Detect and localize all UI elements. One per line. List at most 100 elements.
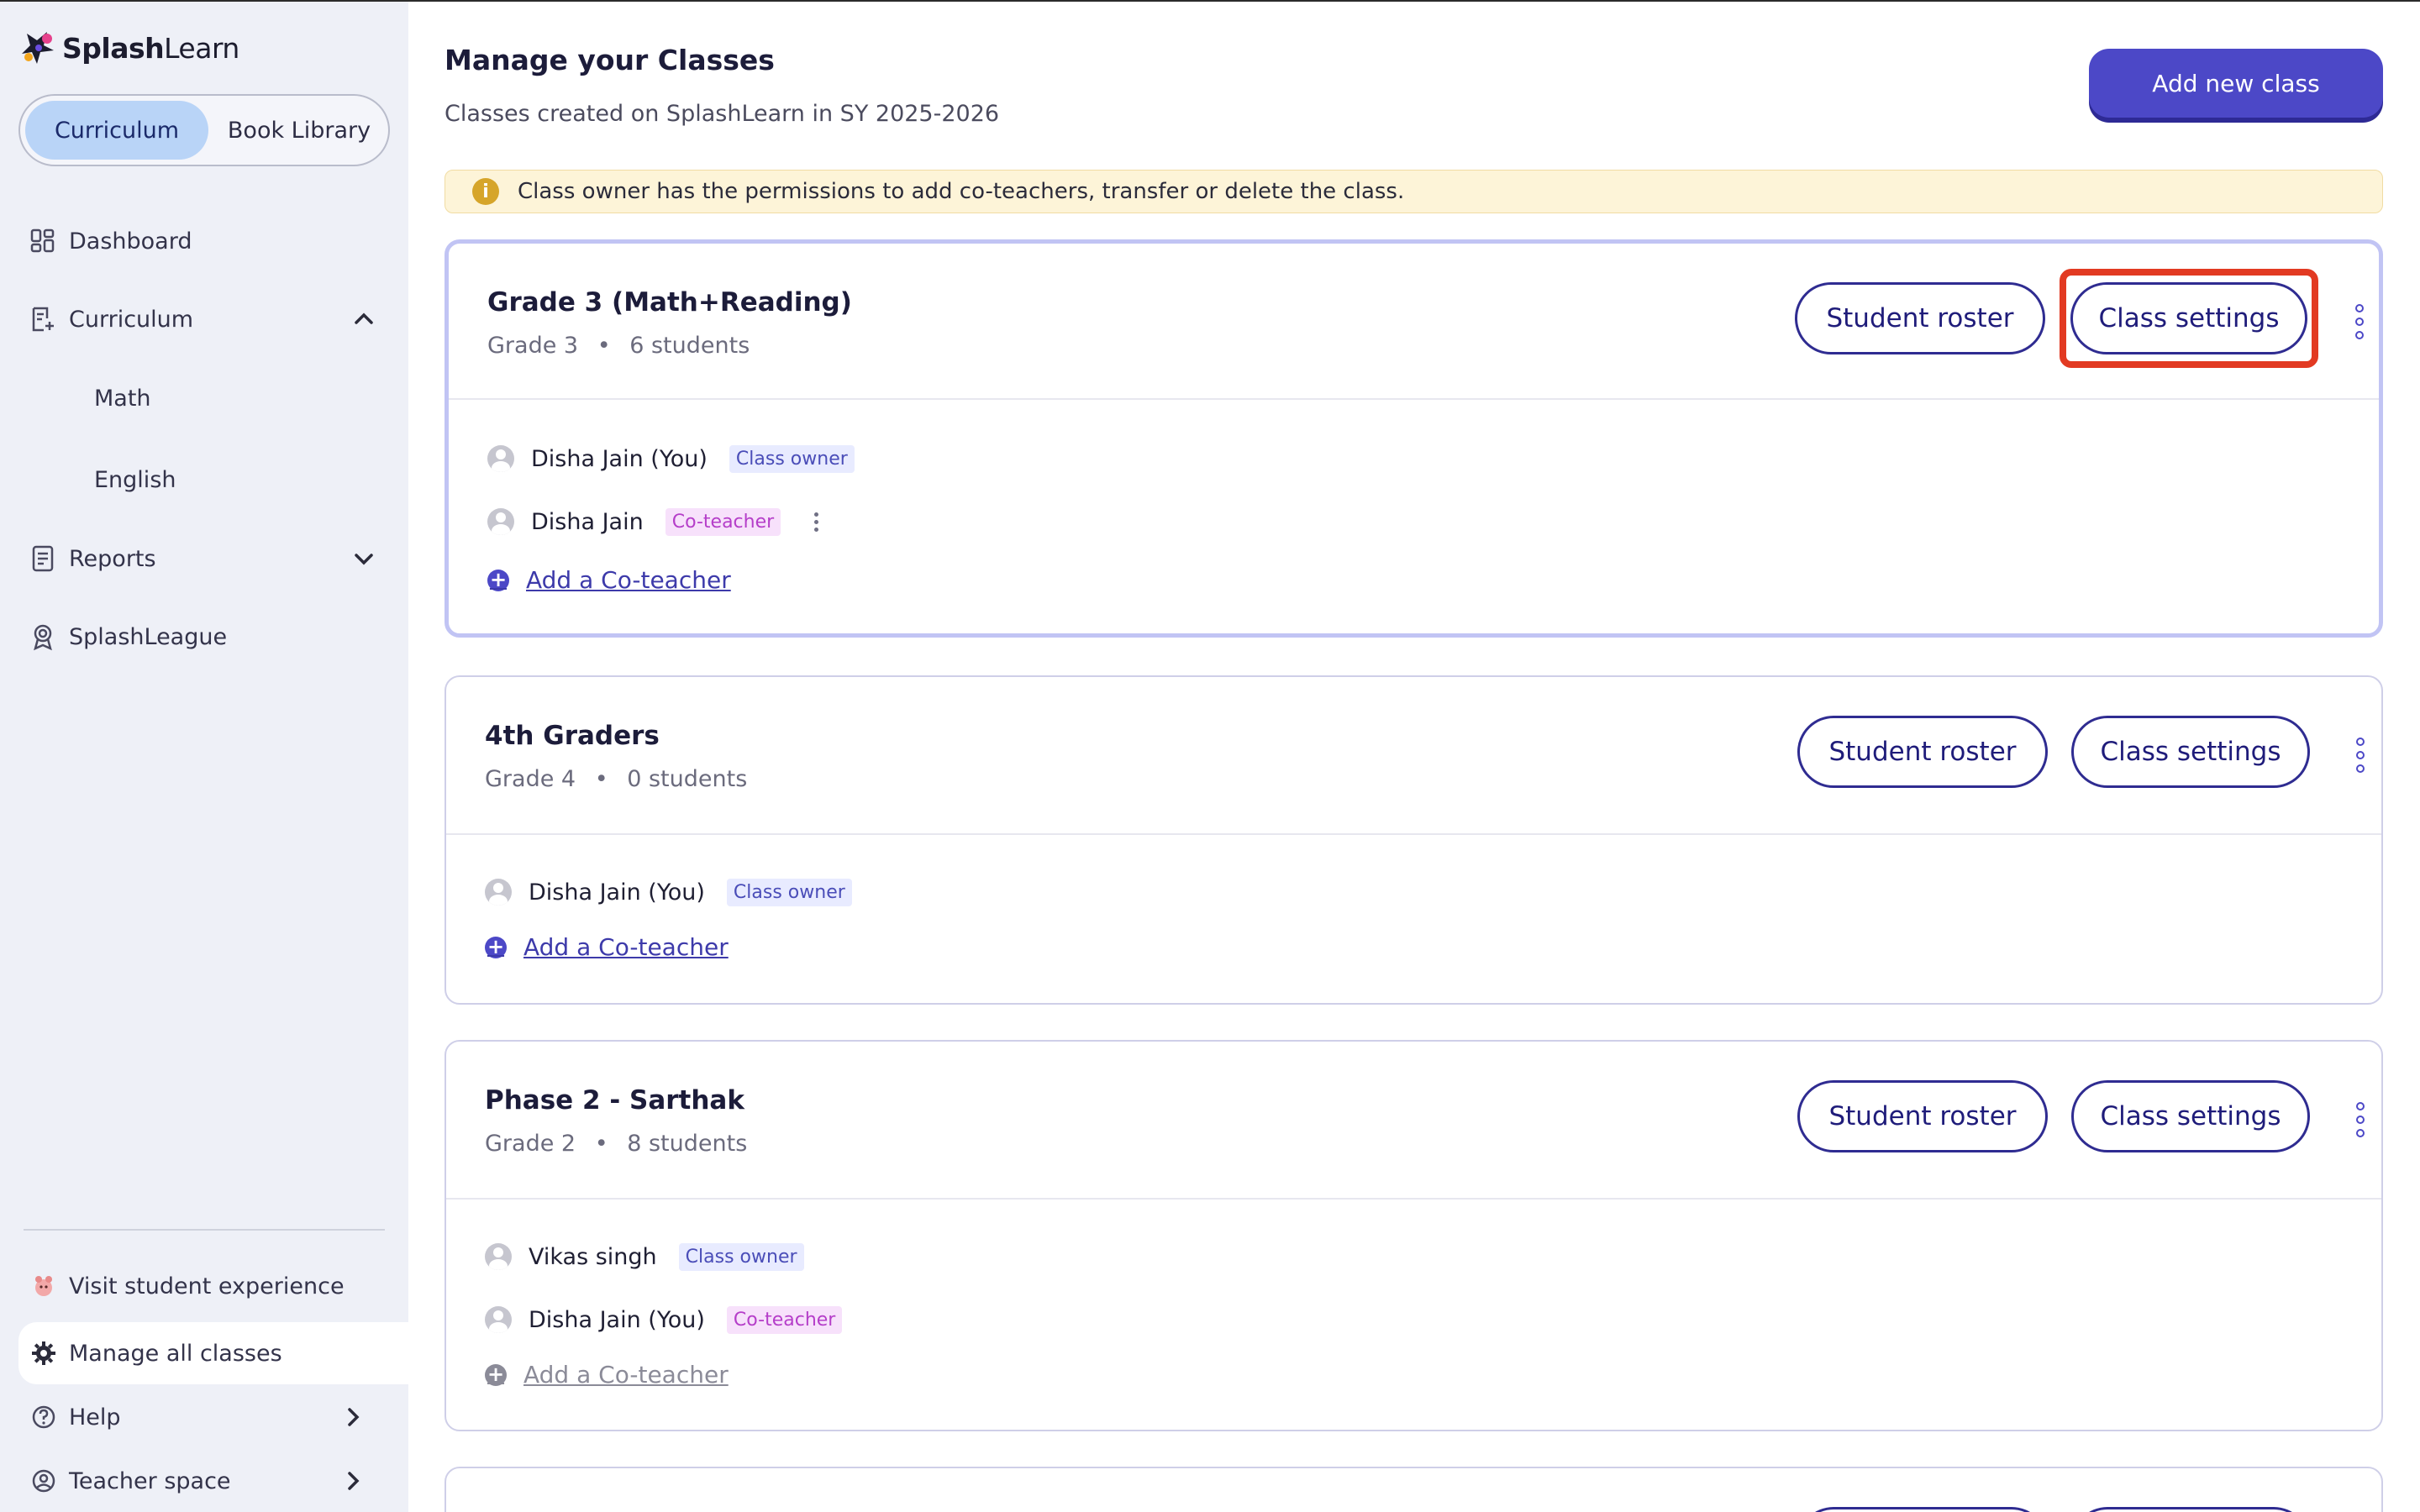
sidebar-item-teacher-space[interactable]: Teacher space [18,1450,408,1512]
gear-icon [32,1341,55,1365]
sidebar-item-label: Reports [69,545,156,572]
splashleague-icon [34,624,52,651]
class-grade: Grade 4 [485,766,576,792]
meta-dot: • [597,333,611,359]
sidebar-item-reports[interactable]: Reports [29,535,156,582]
meta-dot: • [594,766,608,792]
chevron-right-icon [348,1472,360,1490]
manage-all-classes[interactable]: Manage all classes [18,1322,408,1384]
toggle-curriculum[interactable]: Curriculum [25,101,208,160]
add-co-teacher-label: Add a Co-teacher [523,1361,729,1389]
student-experience-icon [35,1276,52,1296]
info-icon: i [472,178,499,205]
manage-all-classes-label: Manage all classes [69,1340,282,1367]
class-settings-button[interactable]: Class settings [2071,716,2310,788]
user-avatar-icon [487,445,514,472]
sidebar-item-label: Dashboard [69,228,192,255]
sidebar-item-splashleague[interactable]: SplashLeague [29,613,227,660]
class-name: Phase 2 - Sarthak [485,1085,744,1116]
toggle-book-library[interactable]: Book Library [215,101,383,160]
sidebar-item-english[interactable]: English [94,456,176,503]
card-divider [446,1198,2381,1200]
chevron-up-icon[interactable] [350,305,378,333]
class-card: Grade 3 (Math+Reading) Grade 3 • 6 stude… [445,239,2383,638]
class-student-count: 8 students [627,1131,748,1157]
add-co-teacher-link[interactable]: + Add a Co-teacher [487,566,731,594]
sidebar-item-label: Curriculum [69,306,194,333]
class-settings-button-partial[interactable] [2071,1507,2310,1512]
member-row: Disha Jain (You) Class owner [487,440,855,477]
class-student-count: 6 students [629,333,750,359]
role-badge-owner: Class owner [729,444,855,473]
card-divider [446,833,2381,835]
help-label: Help [69,1404,121,1431]
student-roster-button-partial[interactable] [1797,1507,2048,1512]
dashboard-icon [30,228,55,253]
sidebar-item-dashboard[interactable]: Dashboard [29,218,192,265]
user-avatar-icon [485,879,512,906]
sidebar-item-label: SplashLeague [69,623,228,650]
class-meta: Grade 3 • 6 students [487,333,750,359]
class-name: Grade 3 (Math+Reading) [487,287,852,318]
page-title: Manage your Classes [445,44,775,76]
visit-student-experience[interactable]: Visit student experience [18,1255,408,1317]
card-divider [449,398,2379,400]
sidebar: SplashLearn Curriculum Book Library Dash… [0,2,408,1512]
member-name: Disha Jain (You) [531,445,708,472]
class-settings-button[interactable]: Class settings [2070,282,2307,354]
page-subtitle: Classes created on SplashLearn in SY 202… [445,101,1000,127]
user-avatar-icon [485,1243,512,1270]
more-options-icon[interactable] [2351,304,2368,344]
plus-circle-icon: + [485,936,507,958]
role-badge-owner: Class owner [726,878,852,906]
sidebar-divider [24,1229,385,1231]
class-meta: Grade 2 • 8 students [485,1131,747,1157]
add-new-class-button[interactable]: Add new class [2089,49,2383,118]
member-options-icon[interactable] [814,512,819,532]
member-name: Disha Jain (You) [529,1306,705,1333]
main-content: Manage your Classes Classes created on S… [408,2,2420,1512]
add-co-teacher-link-disabled[interactable]: + Add a Co-teacher [485,1361,729,1389]
role-badge-coteacher: Co-teacher [726,1305,843,1334]
more-options-icon[interactable] [2352,738,2369,778]
class-name: 4th Graders [485,721,660,751]
info-banner: i Class owner has the permissions to add… [445,170,2383,213]
curriculum-library-toggle: Curriculum Book Library [18,94,390,166]
chevron-down-icon[interactable] [350,544,378,573]
member-name: Disha Jain [531,508,644,535]
add-co-teacher-label: Add a Co-teacher [526,566,731,594]
splashlearn-logo[interactable]: SplashLearn [18,27,239,69]
class-settings-button[interactable]: Class settings [2071,1080,2310,1152]
reports-icon [32,545,54,572]
class-grade: Grade 3 [487,333,579,359]
add-co-teacher-label: Add a Co-teacher [523,933,729,961]
member-row: Vikas singh Class owner [485,1238,804,1275]
student-roster-button[interactable]: Student roster [1797,716,2048,788]
sidebar-item-curriculum[interactable]: Curriculum [29,296,193,343]
student-roster-button[interactable]: Student roster [1795,282,2045,354]
teacher-space-label: Teacher space [69,1467,231,1494]
class-card: 4th Graders Grade 4 • 0 students Student… [445,675,2383,1005]
member-row: Disha Jain (You) Class owner [485,874,852,911]
member-name: Disha Jain (You) [529,879,705,906]
role-badge-owner: Class owner [678,1242,804,1271]
visit-student-experience-label: Visit student experience [69,1273,345,1299]
sidebar-item-help[interactable]: Help [18,1386,408,1448]
sidebar-item-math[interactable]: Math [94,375,151,422]
help-icon [32,1405,55,1429]
role-badge-coteacher: Co-teacher [665,507,781,536]
plus-circle-icon: + [487,569,509,591]
student-roster-button[interactable]: Student roster [1797,1080,2048,1152]
class-grade: Grade 2 [485,1131,576,1157]
class-card-partial [445,1467,2383,1512]
more-options-icon[interactable] [2352,1102,2369,1142]
user-avatar-icon [487,508,514,535]
splashlearn-logo-icon [18,29,57,67]
teacher-profile-icon [32,1469,55,1493]
meta-dot: • [594,1131,608,1157]
chevron-right-icon [348,1408,360,1426]
member-row: Disha Jain (You) Co-teacher [485,1301,843,1338]
add-co-teacher-link[interactable]: + Add a Co-teacher [485,933,729,961]
member-row: Disha Jain Co-teacher [487,503,819,540]
class-meta: Grade 4 • 0 students [485,766,747,792]
